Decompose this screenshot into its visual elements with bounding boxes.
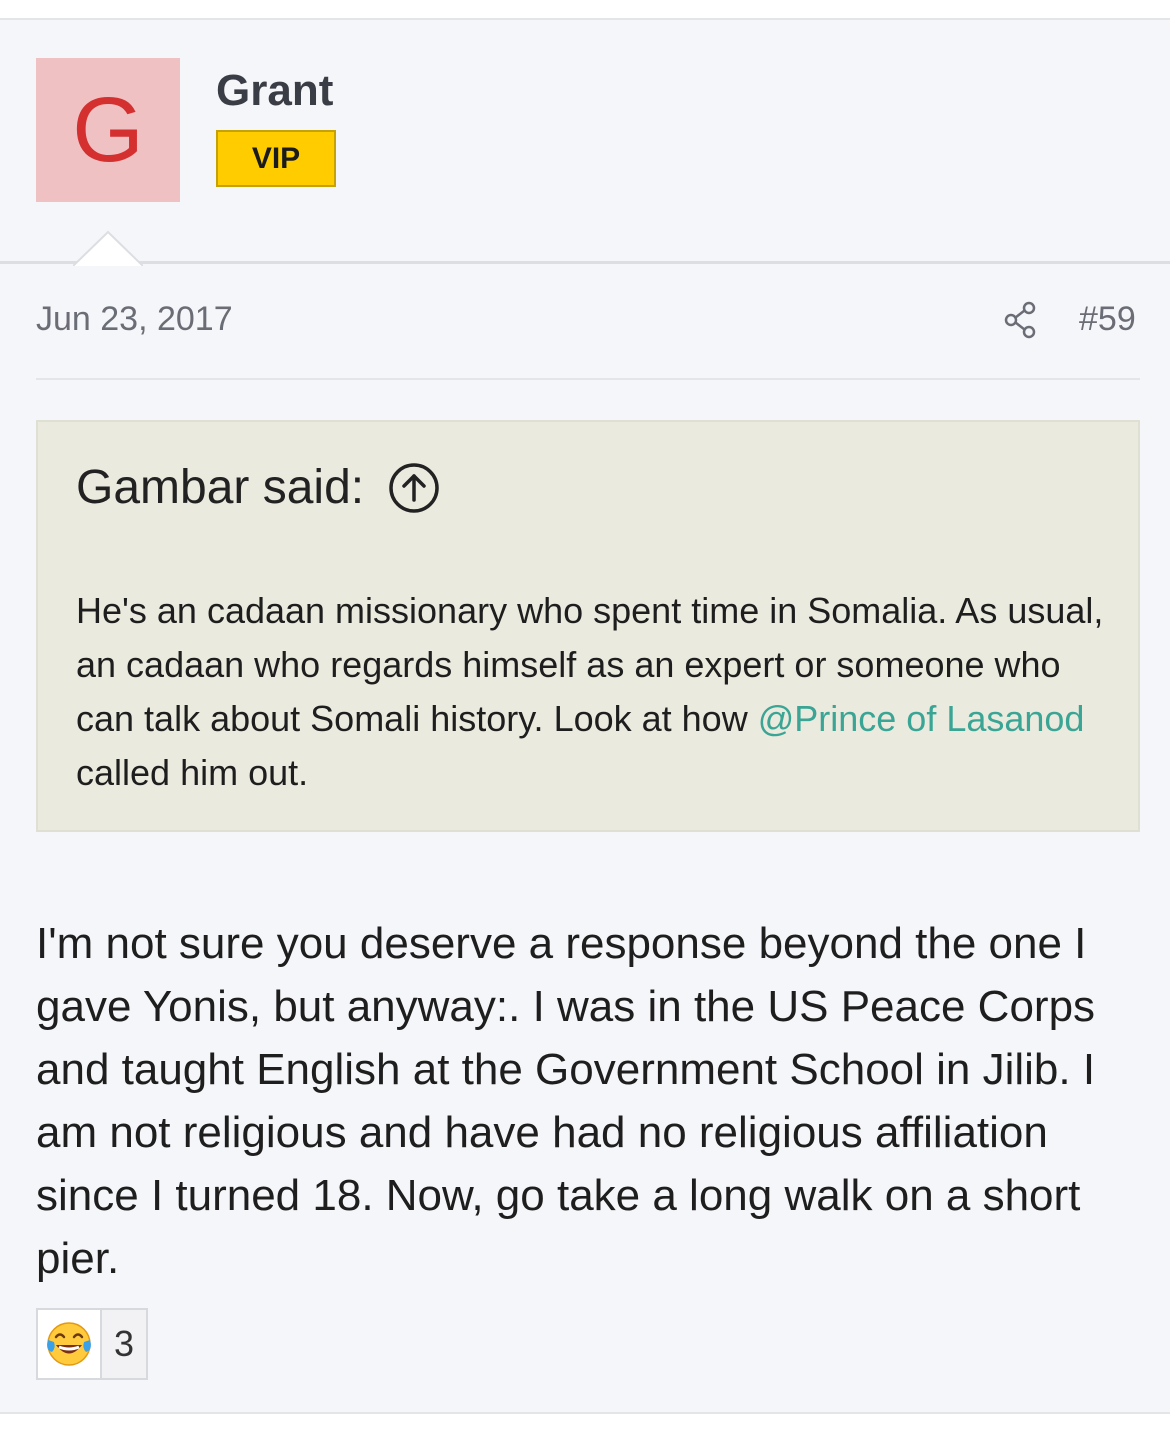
top-strip xyxy=(0,0,1170,20)
bottom-strip xyxy=(0,1412,1170,1438)
share-icon[interactable] xyxy=(1003,300,1039,340)
header-pointer-arrow xyxy=(73,230,143,266)
reaction-count[interactable]: 3 xyxy=(102,1310,146,1378)
message-text: I'm not sure you deserve a response beyo… xyxy=(36,919,1096,1283)
avatar[interactable]: G xyxy=(36,58,180,202)
post-date-link[interactable]: Jun 23, 2017 xyxy=(36,300,233,339)
quote-block: Gambar said: He's an cadaan missionary w… xyxy=(36,420,1140,832)
post-number-link[interactable]: #59 xyxy=(1079,300,1136,339)
quote-text: He's an cadaan missionary who spent time… xyxy=(76,584,1106,800)
reaction-emoji-button[interactable] xyxy=(38,1310,102,1378)
quote-text-part2: called him out. xyxy=(76,752,309,793)
divider xyxy=(36,378,1140,380)
reactions-bar[interactable]: 3 xyxy=(36,1308,148,1380)
user-header: G Grant VIP xyxy=(0,20,1170,266)
quote-author-label[interactable]: Gambar said: xyxy=(76,460,364,515)
vip-badge: VIP xyxy=(216,130,336,187)
forum-post: G Grant VIP Jun 23, 2017 #59 Gambar said… xyxy=(0,20,1170,1412)
arrow-up-circle-icon[interactable] xyxy=(388,462,440,514)
username-link[interactable]: Grant xyxy=(216,66,333,116)
quote-header[interactable]: Gambar said: xyxy=(76,460,440,515)
tears-of-joy-emoji xyxy=(47,1322,91,1366)
user-mention-link[interactable]: @Prince of Lasanod xyxy=(758,698,1085,739)
